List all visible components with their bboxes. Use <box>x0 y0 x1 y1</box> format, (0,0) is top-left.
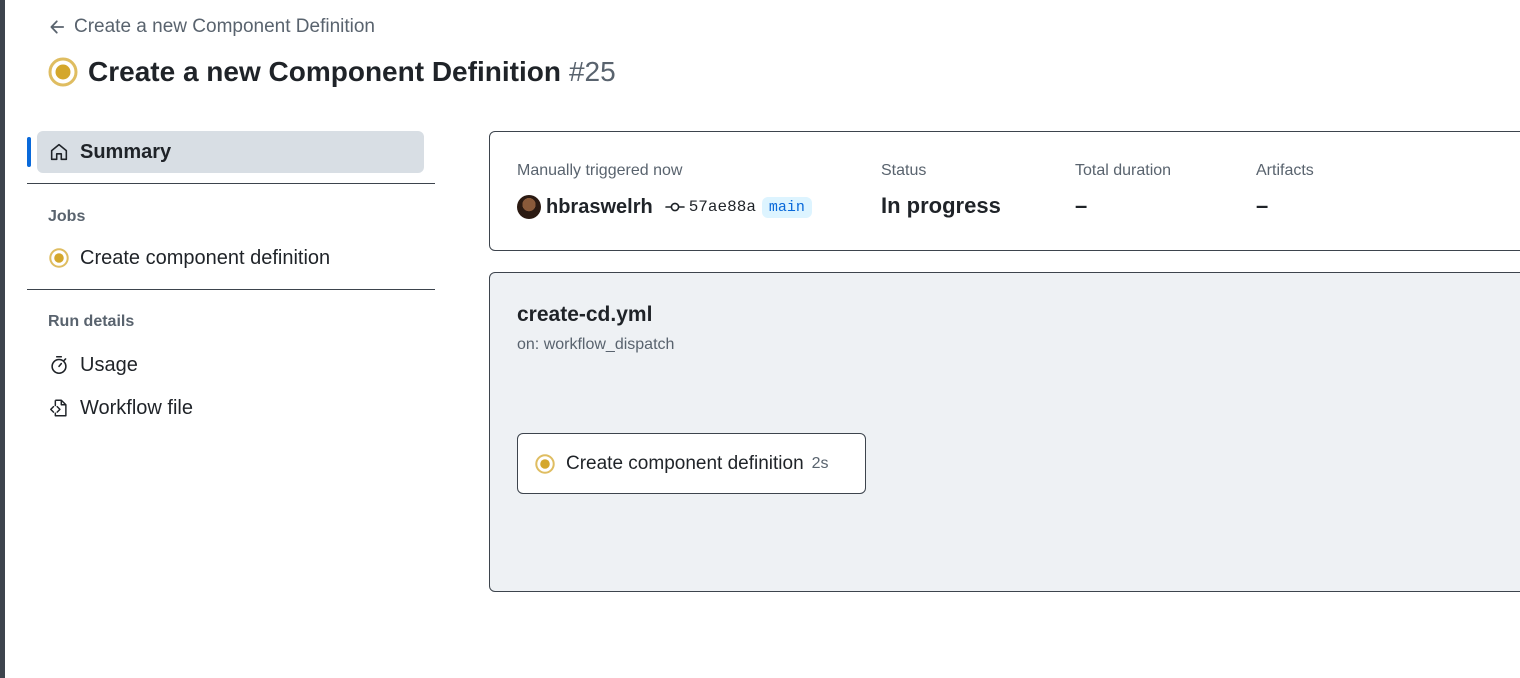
artifacts-label: Artifacts <box>1256 162 1314 179</box>
sidebar-item-label: Create component definition <box>80 246 331 269</box>
commit-sha-link[interactable]: 57ae88a <box>689 198 756 216</box>
duration-value: – <box>1075 193 1088 218</box>
artifacts-value: – <box>1256 193 1269 218</box>
job-node-duration: 2s <box>811 454 829 472</box>
trigger-label: Manually triggered now <box>517 162 683 179</box>
sidebar-item-label: Usage <box>80 353 138 376</box>
artifacts-column: Artifacts – <box>1256 162 1314 219</box>
job-node[interactable]: Create component definition 2s <box>517 433 866 494</box>
in-progress-icon <box>535 453 555 474</box>
sidebar-item-job[interactable]: Create component definition <box>48 238 435 278</box>
duration-column: Total duration – <box>1075 162 1171 219</box>
status-label: Status <box>881 162 927 179</box>
in-progress-icon <box>48 57 78 87</box>
workflow-file-name: create-cd.yml <box>517 303 653 326</box>
run-header: Create a new Component Definition Create… <box>48 14 616 92</box>
trigger-column: Manually triggered now hbraswelrh 57ae88… <box>517 162 812 220</box>
duration-label: Total duration <box>1075 162 1172 179</box>
sidebar-item-workflow-file[interactable]: Workflow file <box>48 388 435 428</box>
run-number: #25 <box>568 56 616 87</box>
jobs-heading: Jobs <box>48 208 86 225</box>
back-link-label: Create a new Component Definition <box>74 16 376 37</box>
in-progress-icon <box>49 248 69 268</box>
sidebar-item-usage[interactable]: Usage <box>48 345 435 385</box>
arrow-left-icon <box>50 20 65 34</box>
sidebar-item-label: Summary <box>80 140 172 163</box>
avatar[interactable] <box>517 195 541 219</box>
git-commit-icon <box>664 202 685 212</box>
run-details-heading: Run details <box>48 313 135 330</box>
sidebar: Summary Jobs Create component definition… <box>27 131 435 428</box>
run-summary-card: Manually triggered now hbraswelrh 57ae88… <box>489 131 1520 251</box>
window-edge <box>0 0 5 678</box>
stopwatch-icon <box>51 355 67 375</box>
workflow-trigger: on: workflow_dispatch <box>517 336 675 353</box>
sidebar-item-summary[interactable]: Summary <box>27 131 424 173</box>
file-code-icon <box>50 399 67 417</box>
divider <box>27 183 435 184</box>
actor-link[interactable]: hbraswelrh <box>546 196 653 219</box>
branch-badge[interactable]: main <box>761 196 812 218</box>
divider <box>27 289 435 290</box>
page-title: Create a new Component Definition <box>88 56 561 87</box>
workflow-graph: create-cd.yml on: workflow_dispatch Crea… <box>489 272 1520 592</box>
status-value: In progress <box>881 193 1001 218</box>
home-icon <box>50 143 68 161</box>
back-link[interactable]: Create a new Component Definition <box>48 14 616 40</box>
status-column: Status In progress <box>881 162 1001 219</box>
job-node-name: Create component definition <box>566 452 804 474</box>
sidebar-item-label: Workflow file <box>80 396 193 419</box>
